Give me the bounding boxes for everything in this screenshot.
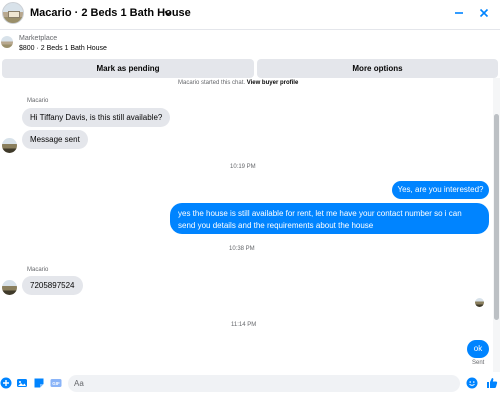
chat-header: Macario · 2 Beds 1 Bath House [0, 0, 500, 30]
message-status: Sent [472, 360, 485, 366]
chat-started-notice: Macario started this chat. View buyer pr… [178, 80, 298, 86]
photo-icon[interactable] [16, 377, 28, 389]
sender-avatar[interactable] [2, 280, 17, 295]
plus-icon[interactable] [0, 377, 12, 389]
listing-summary[interactable]: Marketplace $800 · 2 Beds 1 Bath House [0, 31, 500, 58]
message-sender: Macario [27, 98, 49, 104]
listing-source: Marketplace [19, 35, 58, 42]
sender-avatar[interactable] [2, 138, 17, 153]
read-receipt-avatar [475, 298, 484, 307]
mark-as-pending-button[interactable]: Mark as pending [2, 59, 254, 78]
listing-actions: Mark as pending More options [0, 59, 500, 78]
listing-thumbnail [1, 36, 13, 48]
message-input[interactable] [68, 375, 428, 392]
incoming-message[interactable]: Message sent [22, 130, 88, 149]
more-options-button[interactable]: More options [257, 59, 498, 78]
listing-avatar[interactable] [2, 2, 24, 24]
outgoing-message[interactable]: ok [467, 340, 489, 358]
outgoing-message[interactable]: Yes, are you interested? [392, 181, 489, 199]
thumbs-up-icon[interactable] [486, 377, 498, 389]
listing-price-title: $800 · 2 Beds 1 Bath House [19, 45, 107, 52]
chevron-down-icon[interactable] [161, 6, 175, 20]
minimize-icon[interactable] [452, 6, 466, 20]
message-input-field[interactable] [68, 375, 460, 392]
scrollbar-thumb[interactable] [494, 114, 499, 320]
sticker-icon[interactable] [33, 377, 45, 389]
incoming-message[interactable]: 7205897524 [22, 276, 83, 295]
incoming-message[interactable]: Hi Tiffany Davis, is this still availabl… [22, 108, 171, 127]
scrollbar[interactable] [493, 78, 500, 372]
gif-icon[interactable]: GIF [50, 377, 62, 389]
outgoing-message[interactable]: yes the house is still available for ren… [170, 203, 489, 234]
timestamp: 10:19 PM [230, 164, 256, 170]
notice-text: Macario started this chat. [178, 80, 246, 86]
svg-text:GIF: GIF [52, 381, 60, 386]
close-icon[interactable] [477, 6, 491, 20]
timestamp: 11:14 PM [231, 322, 257, 328]
emoji-icon[interactable] [466, 377, 478, 389]
view-buyer-profile-link[interactable]: View buyer profile [247, 80, 299, 86]
message-sender: Macario [27, 267, 49, 273]
timestamp: 10:38 PM [229, 246, 255, 252]
